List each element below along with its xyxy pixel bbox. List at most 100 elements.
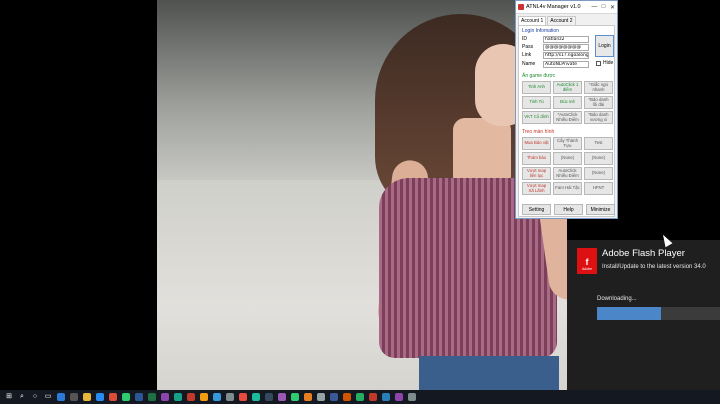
pass-row: Pass @@@@@@@@ bbox=[522, 43, 589, 51]
game-button[interactable]: *Bảo danh lồi đài bbox=[584, 96, 613, 109]
tab-account-2[interactable]: Account 2 bbox=[547, 16, 576, 25]
game-button[interactable]: VKT Cổ đính bbox=[522, 111, 551, 124]
maximize-icon[interactable]: □ bbox=[599, 4, 608, 10]
setting-button[interactable]: Setting bbox=[522, 204, 551, 215]
app-icon-10[interactable] bbox=[277, 392, 287, 402]
flash-subtitle: Install/Update to the latest version 34.… bbox=[602, 264, 706, 270]
app-icon-2[interactable] bbox=[173, 392, 183, 402]
screen-button[interactable]: AutoClick Nhiều Điểm bbox=[553, 167, 582, 180]
app-icon bbox=[518, 4, 524, 10]
woman-jeans bbox=[419, 356, 559, 390]
screen-button[interactable]: Thám bảo bbox=[522, 152, 551, 165]
messenger-icon-glyph bbox=[96, 393, 104, 401]
cortana-icon[interactable]: ○ bbox=[30, 392, 40, 402]
game-button[interactable]: *AutoClick Nhiều Điểm bbox=[553, 111, 582, 124]
pass-field[interactable]: @@@@@@@@ bbox=[543, 43, 589, 51]
app-icon-16[interactable] bbox=[355, 392, 365, 402]
tab-account-1[interactable]: Account 1 bbox=[518, 16, 547, 25]
search-icon[interactable]: ⌕ bbox=[17, 392, 27, 402]
screen-button[interactable]: Vượt map liên tục bbox=[522, 167, 551, 180]
screen-button[interactable]: Vượt map Xã Lãnh bbox=[522, 182, 551, 195]
app-icon-14[interactable] bbox=[329, 392, 339, 402]
flash-logo-text: Adobe bbox=[581, 267, 593, 271]
link-label: Link bbox=[522, 52, 532, 58]
screen-button[interactable]: (None) bbox=[584, 167, 613, 180]
app-icon-18-glyph bbox=[382, 393, 390, 401]
store-icon[interactable] bbox=[69, 392, 79, 402]
app-icon-20-glyph bbox=[408, 393, 416, 401]
excel-icon[interactable] bbox=[147, 392, 157, 402]
window-titlebar[interactable]: ATNL4v Manager v1.0 — □ ✕ bbox=[516, 1, 617, 14]
app-icon-12-glyph bbox=[304, 393, 312, 401]
game-button[interactable]: Tinh Anh bbox=[522, 81, 551, 94]
id-field[interactable]: hatlanz2 bbox=[543, 35, 589, 43]
game-button[interactable]: *Giấc ngủ nhanh bbox=[584, 81, 613, 94]
login-button[interactable]: Login bbox=[595, 35, 614, 57]
link-field[interactable]: http://s1?.ngoalong bbox=[543, 51, 589, 59]
store-icon-glyph bbox=[70, 393, 78, 401]
app-icon-14-glyph bbox=[330, 393, 338, 401]
app-icon-7[interactable] bbox=[238, 392, 248, 402]
hide-checkbox-box[interactable] bbox=[596, 60, 601, 66]
link-row: Link http://s1?.ngoalong bbox=[522, 51, 589, 59]
app-icon-7-glyph bbox=[239, 393, 247, 401]
edge-icon[interactable] bbox=[56, 392, 66, 402]
app-icon-18[interactable] bbox=[381, 392, 391, 402]
name-row: Name AutoNLPrivate bbox=[522, 60, 589, 68]
app-icon-5[interactable] bbox=[212, 392, 222, 402]
screen-button[interactable]: Test bbox=[584, 137, 613, 150]
start-icon[interactable]: ⊞ bbox=[4, 392, 14, 402]
app-icon-15-glyph bbox=[343, 393, 351, 401]
minimize-icon[interactable]: — bbox=[590, 4, 599, 10]
close-icon[interactable]: ✕ bbox=[608, 4, 617, 11]
app-icon-4-glyph bbox=[200, 393, 208, 401]
screen-button[interactable]: (None) bbox=[553, 152, 582, 165]
minimize-button[interactable]: Minimize bbox=[586, 204, 615, 215]
app-icon-6[interactable] bbox=[225, 392, 235, 402]
flash-title: Adobe Flash Player bbox=[602, 248, 685, 259]
app-icon-3[interactable] bbox=[186, 392, 196, 402]
app-icon-12[interactable] bbox=[303, 392, 313, 402]
app-icon-9[interactable] bbox=[264, 392, 274, 402]
game-button[interactable]: AutoClick 1 điểm bbox=[553, 81, 582, 94]
app-icon-13[interactable] bbox=[316, 392, 326, 402]
app-icon-1[interactable] bbox=[160, 392, 170, 402]
app-icon-17[interactable] bbox=[368, 392, 378, 402]
app-icon-19[interactable] bbox=[394, 392, 404, 402]
screen-button[interactable]: HFNT bbox=[584, 182, 613, 195]
word-icon[interactable] bbox=[134, 392, 144, 402]
help-button[interactable]: Help bbox=[554, 204, 583, 215]
game-button[interactable]: Tinh Tú bbox=[522, 96, 551, 109]
messenger-icon[interactable] bbox=[95, 392, 105, 402]
app-icon-10-glyph bbox=[278, 393, 286, 401]
game-button[interactable]: *Bảo danh vương xi bbox=[584, 111, 613, 124]
hide-checkbox[interactable]: Hide bbox=[596, 60, 613, 66]
bottom-button-row: Setting Help Minimize bbox=[522, 204, 615, 215]
file-explorer-icon[interactable] bbox=[82, 392, 92, 402]
chrome-icon[interactable] bbox=[108, 392, 118, 402]
app-icon-11[interactable] bbox=[290, 392, 300, 402]
game-button[interactable]: Đúc mê bbox=[553, 96, 582, 109]
app-icon-8[interactable] bbox=[251, 392, 261, 402]
app-icon-20[interactable] bbox=[407, 392, 417, 402]
whatsapp-icon-glyph bbox=[122, 393, 130, 401]
screen-button[interactable]: Cây Thành Tựu bbox=[553, 137, 582, 150]
download-progress-fill bbox=[597, 307, 661, 320]
flash-status: Downloading... bbox=[597, 296, 637, 302]
app-icon-4[interactable] bbox=[199, 392, 209, 402]
name-field[interactable]: AutoNLPrivate bbox=[543, 60, 589, 68]
flash-logo-icon: f Adobe bbox=[577, 248, 597, 274]
id-row: ID hatlanz2 bbox=[522, 35, 589, 43]
app-icon-15[interactable] bbox=[342, 392, 352, 402]
screen-button[interactable]: Mua Bảo vật bbox=[522, 137, 551, 150]
app-icon-11-glyph bbox=[291, 393, 299, 401]
name-label: Name bbox=[522, 61, 536, 67]
flash-player-notification: f Adobe Adobe Flash Player Install/Updat… bbox=[567, 240, 720, 390]
screen-button[interactable]: Fam Hải Tặc bbox=[553, 182, 582, 195]
app-icon-17-glyph bbox=[369, 393, 377, 401]
task-view-icon[interactable]: ▭ bbox=[43, 392, 53, 402]
screen-button[interactable]: (None) bbox=[584, 152, 613, 165]
app-icon-9-glyph bbox=[265, 393, 273, 401]
account-pane: Login Infomation ID hatlanz2 Pass @@@@@@… bbox=[518, 25, 615, 217]
whatsapp-icon[interactable] bbox=[121, 392, 131, 402]
